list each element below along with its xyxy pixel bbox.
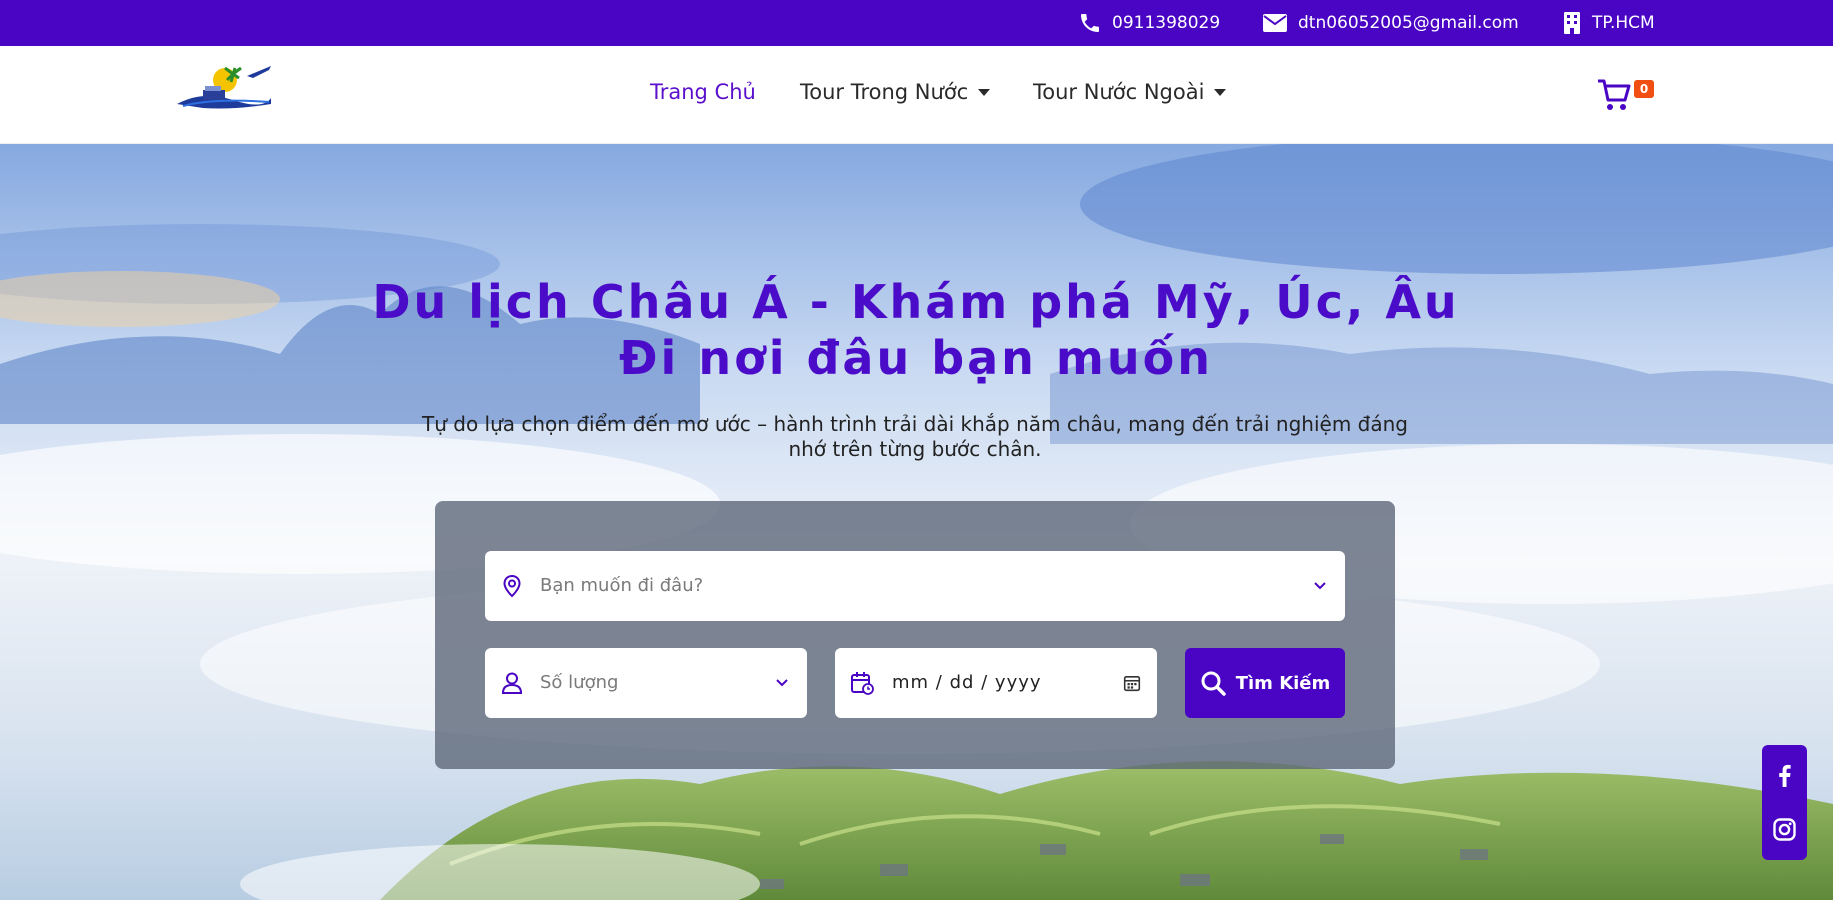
date-placeholder: mm / dd / yyyy (892, 672, 1042, 693)
site-logo[interactable] (173, 60, 273, 112)
building-icon (1564, 12, 1580, 34)
top-contact-bar: 0911398029 dtn06052005@gmail.com TP.HCM (0, 0, 1833, 46)
destination-select[interactable]: Bạn muốn đi đâu? (485, 551, 1345, 621)
cart-count-badge: 0 (1634, 80, 1654, 98)
social-links-bar (1762, 745, 1807, 860)
location-contact[interactable]: TP.HCM (1562, 0, 1655, 46)
hero-title-line1: Du lịch Châu Á - Khám phá Mỹ, Úc, Âu (372, 275, 1460, 329)
chevron-down-icon (776, 679, 788, 687)
hero-title-line2: Đi nơi đâu bạn muốn (619, 331, 1213, 385)
nav-domestic-tours[interactable]: Tour Trong Nước (800, 80, 991, 104)
nav-home-label: Trang Chủ (650, 80, 756, 104)
search-button-label: Tìm Kiếm (1235, 672, 1331, 694)
hero-title: Du lịch Châu Á - Khám phá Mỹ, Úc, Âu Đi … (366, 274, 1466, 386)
search-icon (1201, 671, 1226, 696)
cart-button[interactable]: 0 (1596, 76, 1656, 112)
hero-subtitle: Tự do lựa chọn điểm đến mơ ước – hành tr… (422, 412, 1408, 461)
instagram-icon[interactable] (1772, 817, 1797, 842)
map-pin-icon (503, 574, 521, 598)
phone-number: 0911398029 (1112, 13, 1221, 33)
nav-home[interactable]: Trang Chủ (650, 80, 756, 104)
quantity-placeholder: Số lượng (540, 672, 619, 693)
hero-section: Du lịch Châu Á - Khám phá Mỹ, Úc, Âu Đi … (0, 144, 1833, 900)
chevron-down-icon (1314, 582, 1326, 590)
quantity-select[interactable]: Số lượng (485, 648, 807, 718)
caret-down-icon (978, 88, 991, 96)
nav-international-tours[interactable]: Tour Nước Ngoài (1033, 80, 1227, 104)
cart-icon (1598, 79, 1631, 110)
search-panel: Bạn muốn đi đâu? Số lượng mm / dd / yyyy… (435, 501, 1395, 769)
nav-international-label: Tour Nước Ngoài (1033, 80, 1205, 104)
mail-icon (1263, 14, 1287, 32)
user-icon (501, 672, 523, 694)
date-input[interactable]: mm / dd / yyyy (835, 648, 1157, 718)
nav-domestic-label: Tour Trong Nước (800, 80, 969, 104)
location-label: TP.HCM (1592, 13, 1655, 33)
phone-contact[interactable]: 0911398029 (1078, 0, 1220, 46)
destination-placeholder: Bạn muốn đi đâu? (540, 575, 704, 596)
main-navbar: Trang Chủ Tour Trong Nước Tour Nước Ngoà… (0, 46, 1833, 144)
calendar-icon (851, 672, 874, 695)
facebook-icon[interactable] (1772, 763, 1797, 788)
date-picker-icon[interactable] (1123, 674, 1141, 692)
email-contact[interactable]: dtn06052005@gmail.com (1262, 0, 1519, 46)
search-button[interactable]: Tìm Kiếm (1185, 648, 1345, 718)
caret-down-icon (1214, 88, 1227, 96)
email-address: dtn06052005@gmail.com (1298, 13, 1519, 33)
phone-icon (1081, 14, 1099, 32)
